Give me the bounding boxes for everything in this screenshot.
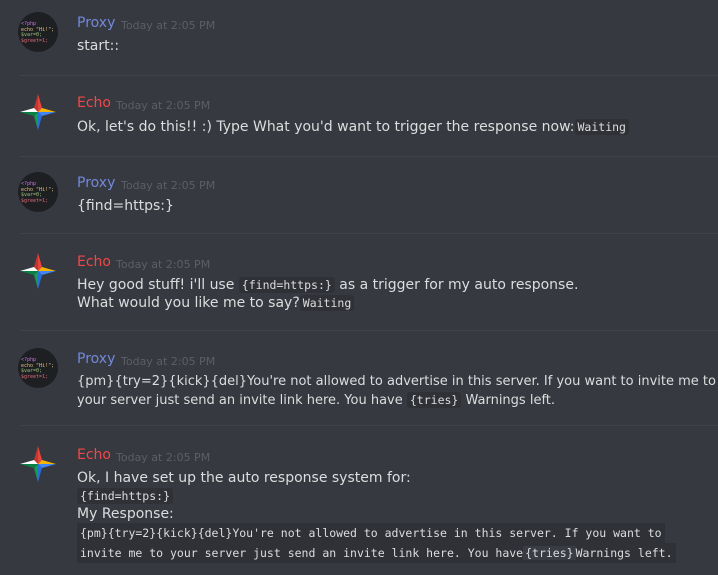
inline-code: {tries} xyxy=(523,546,576,560)
avatar[interactable]: <?php echo "Hi!"; $var=0; $greet=1; xyxy=(18,172,58,212)
username[interactable]: Proxy xyxy=(77,15,115,31)
inline-code: Waiting xyxy=(574,119,629,135)
inline-code: {find=https:} xyxy=(77,488,174,504)
message-content: Ok, I have set up the auto response syst… xyxy=(77,469,676,563)
message-divider xyxy=(20,425,718,426)
message-content: {pm}{try=2}{kick}{del}You're not allowed… xyxy=(77,374,716,408)
inline-code: {find=https:} xyxy=(238,277,335,293)
inline-code: Waiting xyxy=(299,295,355,311)
timestamp: Today at 2:05 PM xyxy=(116,99,211,112)
username[interactable]: Proxy xyxy=(77,175,115,191)
message-divider xyxy=(20,156,718,157)
star-icon xyxy=(20,94,56,130)
avatar[interactable]: <?php echo "Hi!"; $var=0; $greet=1; xyxy=(18,348,58,388)
message-divider xyxy=(20,75,718,76)
response-code-line: invite me to your server just send an in… xyxy=(77,543,676,563)
timestamp: Today at 2:05 PM xyxy=(121,179,216,192)
message-content: Hey good stuff! i'll use {find=https:} a… xyxy=(77,277,579,311)
timestamp: Today at 2:05 PM xyxy=(116,451,211,464)
username[interactable]: Echo xyxy=(77,95,111,111)
timestamp: Today at 2:05 PM xyxy=(121,355,216,368)
message-content: start:: xyxy=(77,38,120,54)
php-code-avatar-image: <?php echo "Hi!"; $var=0; $greet=1; xyxy=(21,181,55,204)
php-code-avatar-image: <?php echo "Hi!"; $var=0; $greet=1; xyxy=(21,21,55,44)
avatar[interactable] xyxy=(18,92,58,132)
timestamp: Today at 2:05 PM xyxy=(116,258,211,271)
message-content: {find=https:} xyxy=(77,198,174,214)
message-content: Ok, let's do this!! :) Type What you'd w… xyxy=(77,118,629,136)
username[interactable]: Proxy xyxy=(77,351,115,367)
avatar[interactable] xyxy=(18,251,58,291)
message-divider xyxy=(20,330,718,331)
response-code-line: {pm}{try=2}{kick}{del}You're not allowed… xyxy=(77,523,665,543)
avatar[interactable] xyxy=(18,444,58,484)
star-icon xyxy=(20,446,56,482)
inline-code: {tries} xyxy=(406,392,462,408)
message-divider xyxy=(20,233,718,234)
username[interactable]: Echo xyxy=(77,254,111,270)
star-icon xyxy=(20,253,56,289)
php-code-avatar-image: <?php echo "Hi!"; $var=0; $greet=1; xyxy=(21,357,55,380)
username[interactable]: Echo xyxy=(77,447,111,463)
avatar[interactable]: <?php echo "Hi!"; $var=0; $greet=1; xyxy=(18,12,58,52)
timestamp: Today at 2:05 PM xyxy=(121,19,216,32)
